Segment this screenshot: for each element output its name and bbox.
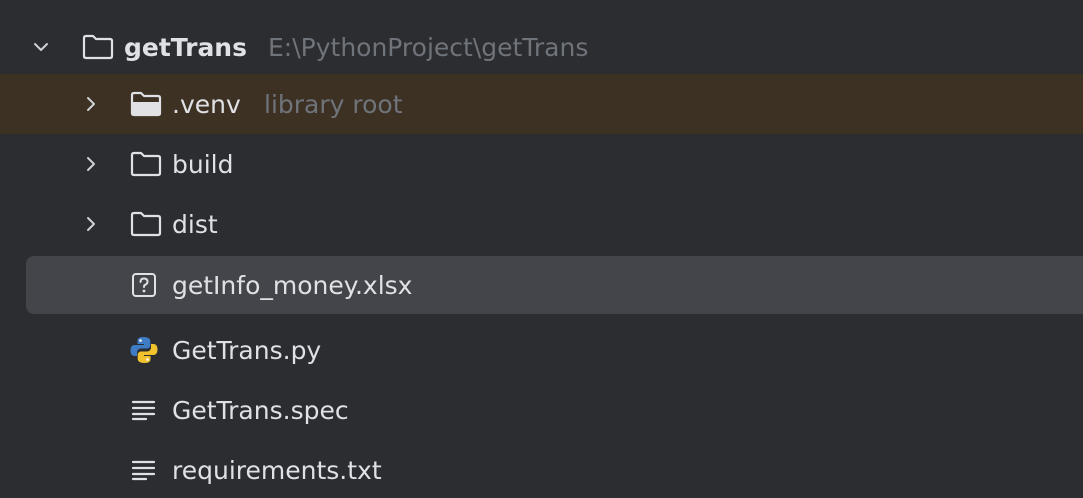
tree-item-label: build bbox=[172, 149, 234, 179]
tree-item-label: getInfo_money.xlsx bbox=[172, 270, 413, 300]
text-file-icon bbox=[128, 456, 160, 484]
folder-icon bbox=[80, 32, 116, 62]
tree-row-dist[interactable]: dist bbox=[0, 194, 1083, 254]
tree-row-getinfo-money-xlsx[interactable]: getInfo_money.xlsx bbox=[26, 256, 1083, 314]
tree-item-label: .venv bbox=[172, 89, 241, 119]
project-tree: getTrans E:\PythonProject\getTrans .venv… bbox=[0, 0, 1083, 498]
folder-icon bbox=[128, 149, 164, 179]
folder-icon bbox=[128, 209, 164, 239]
tree-row-requirements-txt[interactable]: requirements.txt bbox=[0, 440, 1083, 498]
python-file-icon bbox=[128, 334, 160, 366]
tree-item-label: requirements.txt bbox=[172, 455, 382, 485]
root-folder-name: getTrans bbox=[124, 32, 247, 62]
text-file-icon bbox=[128, 396, 160, 424]
unknown-file-icon bbox=[130, 271, 158, 299]
tree-item-label: GetTrans.py bbox=[172, 335, 322, 365]
folder-icon bbox=[128, 89, 164, 119]
root-folder-path: E:\PythonProject\getTrans bbox=[268, 32, 589, 62]
chevron-down-icon[interactable] bbox=[30, 36, 52, 58]
tree-row-gettrans-spec[interactable]: GetTrans.spec bbox=[0, 380, 1083, 440]
tree-row-gettrans-py[interactable]: GetTrans.py bbox=[0, 320, 1083, 380]
tree-item-label: dist bbox=[172, 209, 218, 239]
tree-row-build[interactable]: build bbox=[0, 134, 1083, 194]
chevron-right-icon[interactable] bbox=[80, 93, 102, 115]
chevron-right-icon[interactable] bbox=[80, 213, 102, 235]
chevron-right-icon[interactable] bbox=[80, 153, 102, 175]
tree-row-venv[interactable]: .venv library root bbox=[0, 74, 1083, 134]
tree-item-label: GetTrans.spec bbox=[172, 395, 349, 425]
tree-row-root[interactable]: getTrans E:\PythonProject\getTrans bbox=[0, 16, 1083, 78]
library-root-hint: library root bbox=[264, 89, 403, 119]
